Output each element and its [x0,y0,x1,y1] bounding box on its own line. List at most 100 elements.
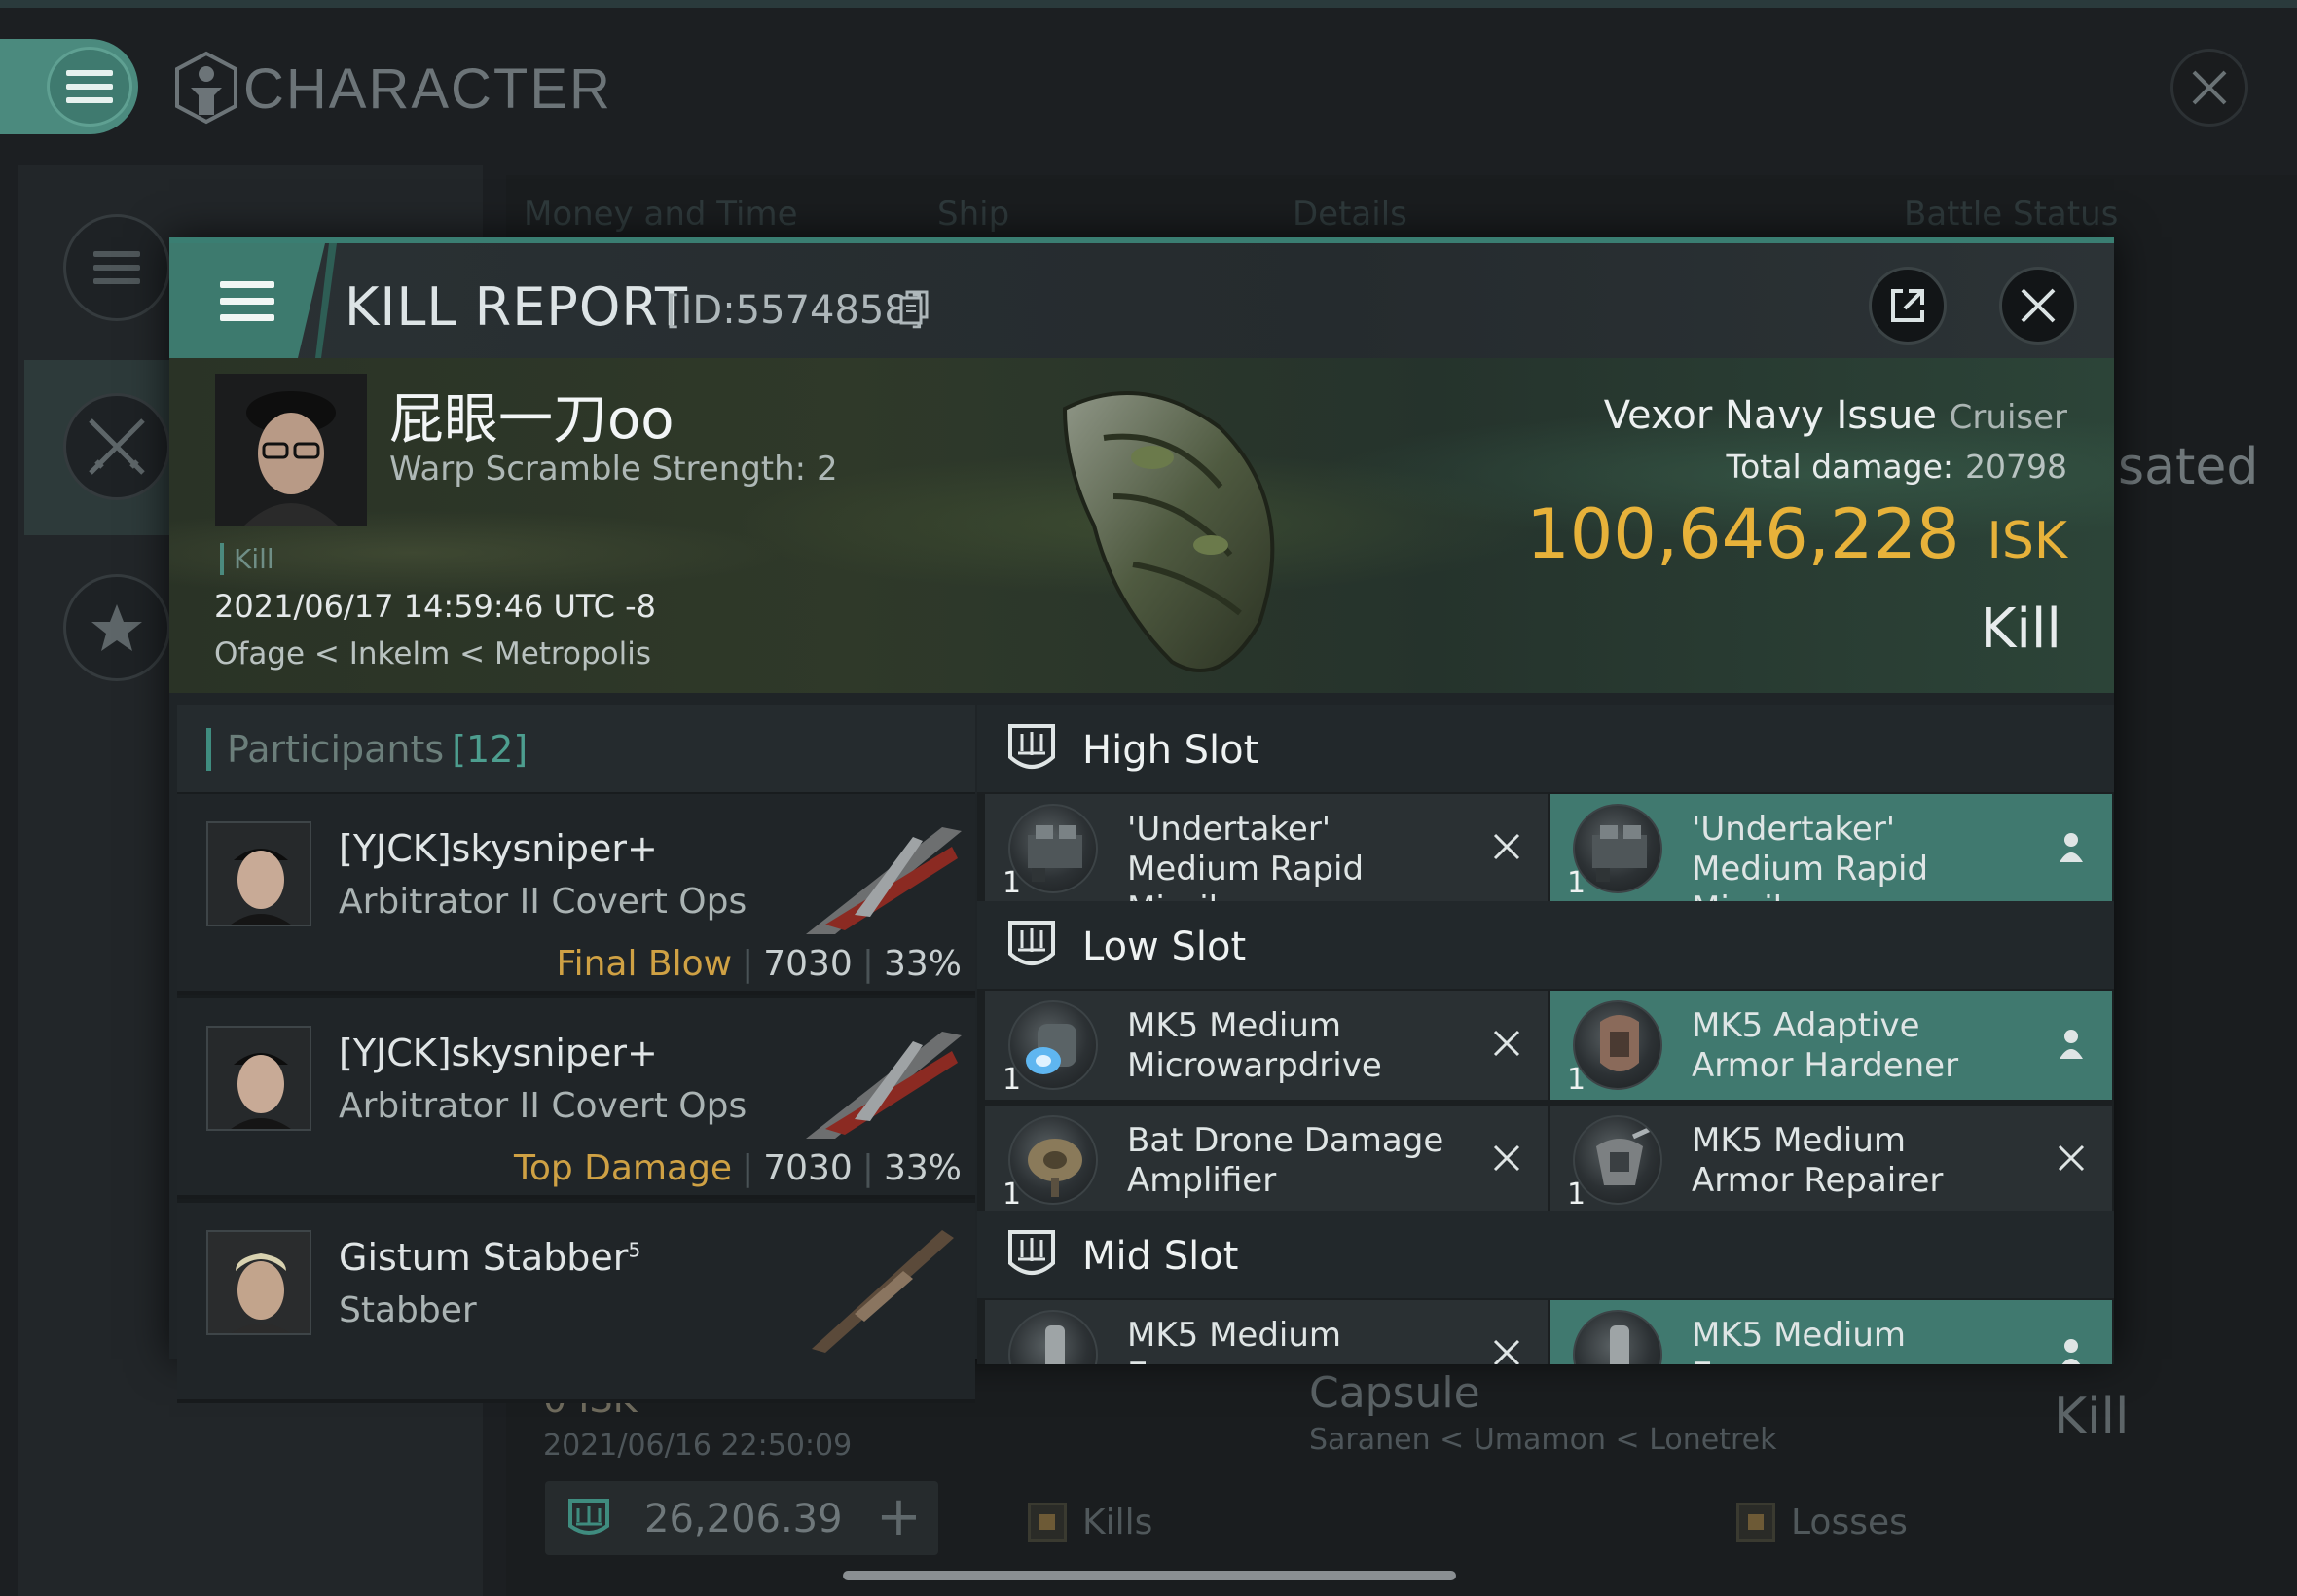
top-edge [0,0,2297,8]
hamburger-icon [220,280,274,321]
missile-launcher-icon [1573,804,1662,893]
total-damage-label: Total damage: [1726,448,1954,486]
row-status: Kill [2054,1388,2130,1446]
kill-datetime: 2021/06/17 14:59:46 UTC -8 [214,588,657,625]
module-item[interactable]: 1 MK5 Adaptive Armor Hardener [1550,991,2112,1100]
copy-icon[interactable] [899,290,929,325]
row-location: Saranen < Umamon < Lonetrek [1309,1423,1777,1457]
kill-location[interactable]: Ofage < Inkelm < Metropolis [214,636,651,671]
module-quantity: 1 [1567,1178,1586,1212]
avatar [206,1230,311,1335]
destroyed-icon [2050,1137,2093,1179]
energy-module-icon [1573,1310,1662,1364]
module-name: MK5 Medium Energy [1127,1316,1342,1364]
energy-module-icon [1008,1310,1098,1364]
isk-value: 100,646,228 ISK [1526,494,2067,574]
slot-icon [1008,724,1055,769]
warp-scramble-strength: Warp Scramble Strength: 2 [389,450,838,489]
total-damage-value: 20798 [1965,448,2067,486]
modal-header: KILL REPORT [ID:5574858] [169,243,2114,358]
tab-battle-status[interactable]: Battle Status [1904,195,2118,234]
dropped-person-icon [2050,1022,2093,1065]
kills-legend-swatch [1028,1503,1067,1542]
participant-row[interactable]: Gistum Stabber5 Stabber [177,1203,975,1403]
tab-money-time[interactable]: Money and Time [524,195,798,234]
participant-row[interactable]: [YJCK]skysniper+ Arbitrator II Covert Op… [177,998,975,1199]
isk-unit: ISK [1987,512,2067,570]
add-isk-button[interactable]: + [876,1485,922,1548]
module-name: MK5 Medium Armor Repairer [1692,1121,1944,1200]
drone-damage-amplifier-icon [1008,1115,1098,1205]
module-quantity: 1 [1003,1178,1022,1212]
mid-slot-header: Mid Slot [977,1211,2114,1298]
module-quantity: 1 [1567,1063,1586,1097]
kill-report-modal: KILL REPORT [ID:5574858] 屁眼一刀oo Warp Scr… [169,237,2114,1403]
background-footer: 26,206.39 + Kills Losses [526,1460,2141,1577]
home-indicator[interactable] [843,1571,1456,1580]
slot-label: Mid Slot [1082,1234,1239,1279]
participant-name: [YJCK]skysniper+ [339,1032,658,1074]
participant-damage: 7030 [763,944,853,984]
module-name: MK5 Medium Microwarpdrive [1127,1006,1382,1085]
module-item[interactable]: 1 'Undertaker' Medium Rapid Missile... [1550,794,2112,928]
participant-ship: Arbitrator II Covert Ops [339,882,747,922]
isk-amount: 100,646,228 [1526,494,1960,574]
kill-tag: Kill [220,543,274,575]
kills-legend-label[interactable]: Kills [1082,1503,1152,1542]
tab-ship[interactable]: Ship [937,195,1009,234]
dropped-person-icon [2050,825,2093,868]
modal-close-button[interactable] [1999,267,2077,345]
participant-ship-image [806,827,962,934]
wallet-icon [568,1499,609,1535]
main-menu-button[interactable] [0,39,138,134]
close-icon [2192,70,2227,105]
window-close-button[interactable] [2170,49,2248,127]
wallet-box[interactable]: 26,206.39 + [545,1481,938,1555]
participant-badge: 5 [628,1238,641,1262]
victim-name[interactable]: 屁眼一刀oo [389,376,675,454]
share-button[interactable] [1869,267,1947,345]
ship-class: Cruiser [1949,398,2067,437]
victim-ship-name[interactable]: Vexor Navy Issue Cruiser [1604,393,2067,438]
module-item[interactable]: 1 MK5 Medium Microwarpdrive [985,991,1548,1100]
participant-role: Final Blow [556,944,733,984]
armor-hardener-icon [1573,1000,1662,1090]
participant-name: [YJCK]skysniper+ [339,827,658,870]
participants-header[interactable]: Participants [12] [177,705,975,792]
high-slot-header: High Slot [977,705,2114,792]
dropped-person-icon [2050,1331,2093,1364]
report-id: [ID:5574858] [666,288,925,333]
modal-menu-button[interactable] [169,243,325,358]
tab-details[interactable]: Details [1293,195,1407,234]
microwarpdrive-icon [1008,1000,1098,1090]
destroyed-icon [1485,1137,1528,1179]
external-link-icon [1891,289,1924,322]
participant-name-text: Gistum Stabber [339,1236,629,1279]
losses-legend-label[interactable]: Losses [1791,1503,1908,1542]
module-item[interactable]: 1 Bat Drone Damage Amplifier [985,1106,1548,1215]
destroyed-icon [1485,1331,1528,1364]
slot-icon [1008,921,1055,965]
participants-count: [12] [452,728,529,771]
module-quantity: 1 [1567,866,1586,900]
participant-stats: Top Damage | 7030 | 33% [513,1148,962,1188]
kill-summary: 屁眼一刀oo Warp Scramble Strength: 2 Kill 20… [169,358,2114,693]
participant-ship: Stabber [339,1290,477,1330]
modal-title: KILL REPORT [345,276,688,338]
participants-panel: Participants [12] [YJCK]skysniper+ Arbitr… [177,705,975,1403]
module-name: MK5 Adaptive Armor Hardener [1692,1006,1959,1085]
victim-ship-image[interactable] [1026,370,1328,681]
participant-ship-image [812,1230,954,1353]
module-item[interactable]: 1 MK5 Medium Energy [985,1300,1548,1364]
module-item[interactable]: 1 'Undertaker' Medium Rapid Missile... [985,794,1548,928]
victim-portrait[interactable] [215,374,367,526]
participant-stats: Final Blow | 7030 | 33% [556,944,962,984]
participants-label: Participants [227,728,445,771]
module-item[interactable]: 1 MK5 Medium Energy [1550,1300,2112,1364]
participant-row[interactable]: [YJCK]skysniper+ Arbitrator II Covert Op… [177,794,975,995]
module-item[interactable]: 1 MK5 Medium Armor Repairer [1550,1106,2112,1215]
wallet-amount: 26,206.39 [644,1497,843,1542]
participant-damage: 7030 [763,1148,853,1188]
module-name: MK5 Medium Energy [1692,1316,1907,1364]
participant-ship: Arbitrator II Covert Ops [339,1086,747,1126]
